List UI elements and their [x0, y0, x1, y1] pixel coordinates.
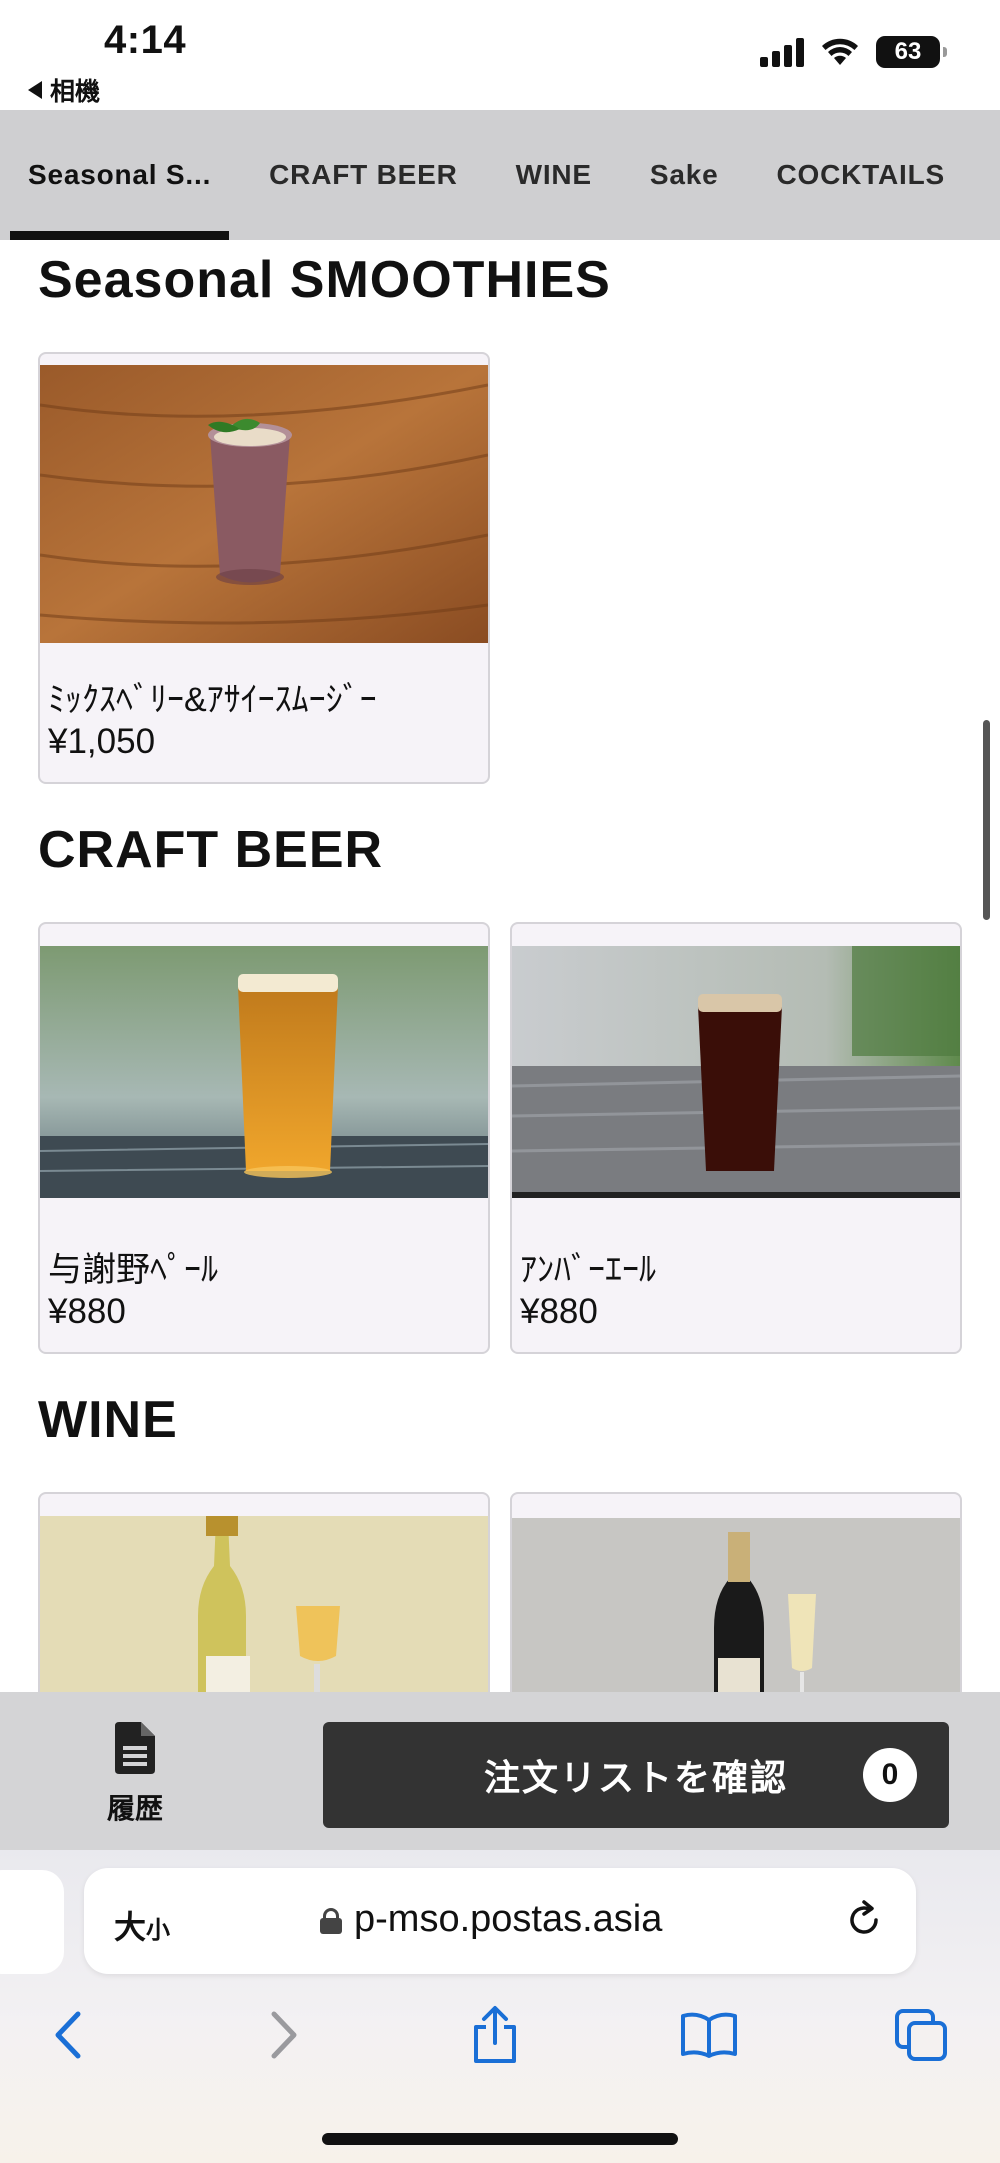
browser-nav-row: [0, 2000, 1000, 2080]
cellular-signal-icon: [760, 37, 804, 67]
text-size-large-label: 大: [114, 1909, 147, 1945]
status-time: 4:14: [104, 18, 187, 62]
confirm-order-list-button[interactable]: 注文リストを確認 0: [323, 1722, 949, 1828]
bookmarks-button[interactable]: [674, 2000, 744, 2070]
menu-item-name: 与謝野ﾍﾟｰﾙ: [48, 1251, 218, 1289]
document-icon: [115, 1722, 155, 1774]
page: 4:14 相機 63 Seasonal S... CRAFT BEER WINE…: [0, 0, 1000, 2163]
text-size-small-label: 小: [146, 1917, 171, 1944]
previous-tab-preview[interactable]: [0, 1870, 64, 1974]
tabs-icon: [895, 2009, 947, 2061]
back-triangle-icon: [28, 81, 42, 99]
status-bar: 4:14 相機 63: [0, 0, 1000, 110]
menu-item-name: ﾐｯｸｽﾍﾞﾘｰ&ｱｻｲｰｽﾑｰｼﾞｰ: [48, 681, 377, 719]
book-icon: [681, 2012, 737, 2058]
menu-item-card[interactable]: ｱﾝﾊﾞｰｴｰﾙ ¥880: [510, 922, 962, 1354]
tab-craft-beer[interactable]: CRAFT BEER: [251, 110, 475, 240]
wifi-icon: [822, 38, 858, 65]
tab-seasonal-smoothies[interactable]: Seasonal S...: [10, 110, 230, 240]
smoothie-photo: [40, 365, 488, 643]
lock-icon: [320, 1907, 342, 1934]
amber-ale-photo: [512, 946, 960, 1198]
share-icon: [474, 2006, 516, 2063]
url-display[interactable]: p-mso.postas.asia: [320, 1898, 662, 1941]
pale-ale-photo: [40, 946, 488, 1198]
chevron-left-icon: [55, 2011, 81, 2059]
share-button[interactable]: [460, 2000, 530, 2070]
history-label: 履歴: [106, 1793, 163, 1824]
menu-item-price: ¥880: [520, 1292, 598, 1331]
history-button[interactable]: 履歴: [90, 1722, 180, 1827]
menu-item-card[interactable]: [510, 1492, 962, 1692]
section-title-wine: WINE: [38, 1391, 178, 1449]
home-indicator[interactable]: [322, 2133, 678, 2145]
url-text: p-mso.postas.asia: [354, 1898, 663, 1940]
menu-item-card[interactable]: [38, 1492, 490, 1692]
back-to-app-link[interactable]: 相機: [28, 72, 100, 108]
menu-item-price: ¥880: [48, 1292, 126, 1331]
text-size-button[interactable]: 大小: [114, 1902, 170, 1948]
scroll-indicator[interactable]: [983, 720, 990, 920]
sparkling-wine-photo: [512, 1518, 960, 1692]
status-icons: 63: [760, 36, 947, 68]
tab-sake[interactable]: Sake: [632, 110, 737, 240]
back-app-label: 相機: [50, 78, 101, 106]
back-button[interactable]: [32, 2000, 102, 2070]
menu-item-card[interactable]: 与謝野ﾍﾟｰﾙ ¥880: [38, 922, 490, 1354]
bottom-action-bar: 履歴 注文リストを確認 0: [0, 1692, 1000, 1850]
section-title-craft-beer: CRAFT BEER: [38, 821, 384, 879]
browser-toolbar: 大小 p-mso.postas.asia: [0, 1850, 1000, 2163]
section-title-smoothies: Seasonal SMOOTHIES: [38, 251, 611, 309]
order-count-badge: 0: [863, 1748, 917, 1802]
menu-item-price: ¥1,050: [48, 722, 156, 761]
chevron-right-icon: [271, 2011, 297, 2059]
menu-content[interactable]: Seasonal SMOOTHIES ﾐｯｸｽﾍﾞﾘｰ&ｱｻｲｰｽﾑｰｼﾞｰ ¥…: [0, 240, 1000, 1692]
address-bar[interactable]: 大小 p-mso.postas.asia: [84, 1868, 916, 1974]
menu-item-card[interactable]: ﾐｯｸｽﾍﾞﾘｰ&ｱｻｲｰｽﾑｰｼﾞｰ ¥1,050: [38, 352, 490, 784]
menu-item-name: ｱﾝﾊﾞｰｴｰﾙ: [520, 1251, 656, 1289]
forward-button[interactable]: [250, 2000, 320, 2070]
battery-icon: 63: [876, 36, 947, 68]
white-wine-photo: [40, 1516, 488, 1692]
order-button-label: 注文リストを確認: [483, 1757, 788, 1798]
category-tab-bar: Seasonal S... CRAFT BEER WINE Sake COCKT…: [0, 110, 1000, 240]
reload-icon[interactable]: [842, 1898, 886, 1942]
tab-cocktails[interactable]: COCKTAILS: [759, 110, 963, 240]
tab-wine[interactable]: WINE: [498, 110, 610, 240]
tabs-button[interactable]: [886, 2000, 956, 2070]
